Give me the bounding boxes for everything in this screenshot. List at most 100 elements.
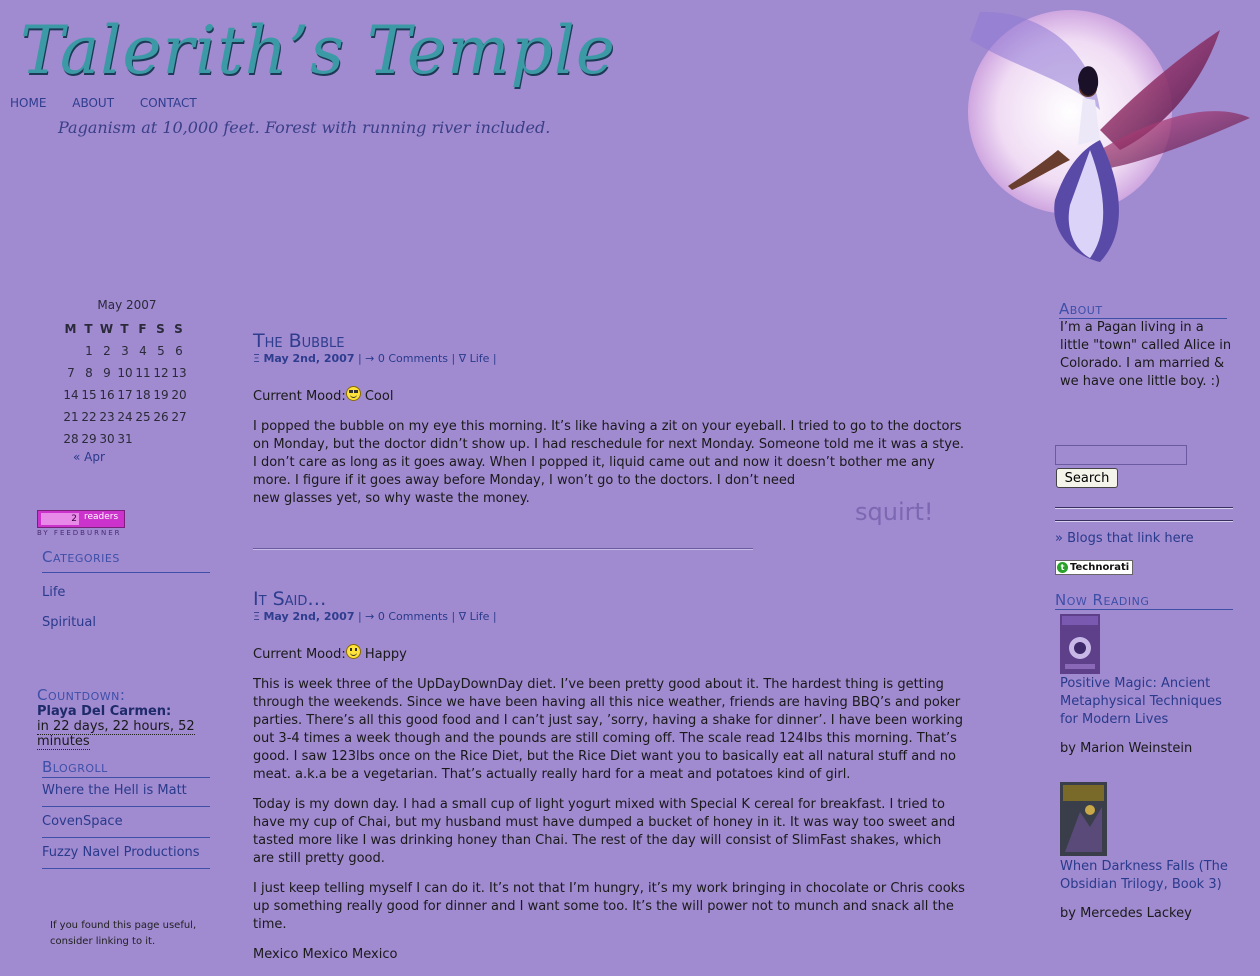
- calendar-day: 6: [175, 344, 183, 358]
- blogs-that-link-here-link[interactable]: » Blogs that link here: [1055, 531, 1194, 546]
- book-cover-positive-magic[interactable]: [1060, 614, 1100, 674]
- nav-contact[interactable]: CONTACT: [140, 96, 197, 110]
- post-meta: Ξ May 2nd, 2007 | → 0 Comments | ∇ Life …: [253, 610, 497, 623]
- sidebar-divider: [1055, 520, 1233, 522]
- calendar-day: 23: [99, 410, 115, 424]
- post-paragraph: Mexico Mexico Mexico: [253, 947, 398, 962]
- technorati-label: Technorati: [1070, 562, 1130, 573]
- calendar-week-row: 123456: [62, 340, 188, 362]
- post-mood: Current Mood: Happy: [253, 644, 965, 664]
- calendar-day: 2: [103, 344, 111, 358]
- post-paragraph: Today is my down day. I had a small cup …: [253, 797, 956, 866]
- meta-prefix: Ξ: [253, 610, 264, 623]
- feedburner-readers-badge[interactable]: 2 readers BY FEEDBURNER: [37, 510, 125, 537]
- calendar-day: 24: [117, 410, 133, 424]
- calendar-prev-month-link[interactable]: « Apr: [73, 450, 192, 464]
- countdown-time: in 22 days, 22 hours, 52: [37, 719, 195, 735]
- calendar-day: 20: [171, 388, 187, 402]
- calendar-day: 16: [99, 388, 115, 402]
- feed-reader-label: readers: [84, 512, 119, 522]
- countdown-time-unit: minutes: [37, 734, 90, 750]
- technorati-badge[interactable]: t Technorati: [1055, 560, 1133, 575]
- calendar-table: MTWTFSS 1 2 3 4 5 6 7 8 9 10 11 12 13 14 15 16 17 18 19 20 2…: [62, 318, 188, 450]
- category-link-life[interactable]: Life: [42, 585, 65, 600]
- book-title-link[interactable]: Positive Magic: Ancient Metaphysical Tec…: [1060, 675, 1232, 729]
- nav-home[interactable]: HOME: [10, 96, 46, 110]
- calendar-day: [170, 428, 188, 450]
- calendar-day: 8: [85, 366, 93, 380]
- calendar-day: [134, 428, 152, 450]
- calendar-weekday: S: [174, 322, 184, 336]
- post-category-link[interactable]: ∇ Life: [459, 610, 490, 623]
- calendar-day: 29: [81, 432, 97, 446]
- blogroll-link-matt[interactable]: Where the Hell is Matt: [42, 783, 210, 807]
- meta-separator: |: [448, 610, 459, 623]
- post-category-link[interactable]: ∇ Life: [459, 352, 490, 365]
- calendar-week-row: 14 15 16 17 18 19 20: [62, 384, 188, 406]
- calendar-weekday: T: [84, 322, 94, 336]
- calendar-day: 18: [135, 388, 151, 402]
- post-paragraph: I just keep telling myself I can do it. …: [253, 881, 965, 932]
- calendar-weekday: M: [64, 322, 78, 336]
- calendar-weekday: T: [120, 322, 130, 336]
- category-link-spiritual[interactable]: Spiritual: [42, 615, 96, 630]
- meta-separator: |: [489, 610, 497, 623]
- calendar-day: 19: [153, 388, 169, 402]
- blogroll-link-covenspace[interactable]: CovenSpace: [42, 814, 210, 838]
- feed-by-label: BY FEEDBURNER: [37, 529, 122, 537]
- post-title[interactable]: The Bubble: [253, 330, 344, 352]
- calendar-day: 31: [117, 432, 133, 446]
- blogroll-link-fuzzy-navel[interactable]: Fuzzy Navel Productions: [42, 845, 210, 869]
- post-date: May 2nd, 2007: [263, 352, 355, 365]
- now-reading-heading: Now Reading: [1055, 591, 1233, 610]
- calendar-week-row: 28 29 30 31: [62, 428, 188, 450]
- calendar-day: 30: [99, 432, 115, 446]
- calendar-day: 22: [81, 410, 97, 424]
- categories-heading: Categories: [42, 548, 210, 573]
- sidebar-divider: [1055, 507, 1233, 509]
- calendar-widget: May 2007 MTWTFSS 1 2 3 4 5 6 7 8 9 10 11 12 13 14 15 16…: [62, 298, 192, 464]
- cool-smiley-icon: [345, 386, 361, 401]
- meta-separator: |: [354, 610, 366, 623]
- post-comments-link[interactable]: → 0 Comments: [365, 352, 448, 365]
- post-paragraph: This is week three of the UpDayDownDay d…: [253, 677, 963, 782]
- calendar-day: 4: [139, 344, 147, 358]
- book-author: by Mercedes Lackey: [1060, 906, 1192, 921]
- link-note-line-1: If you found this page useful,: [50, 920, 197, 931]
- calendar-day: 11: [135, 366, 151, 380]
- about-heading: About: [1059, 300, 1227, 319]
- search-button[interactable]: Search: [1056, 468, 1118, 488]
- search-input[interactable]: [1055, 445, 1187, 465]
- calendar-day: 3: [121, 344, 129, 358]
- countdown-heading: Countdown:: [37, 686, 126, 704]
- calendar-day: 28: [63, 432, 79, 446]
- calendar-week-row: 7 8 9 10 11 12 13: [62, 362, 188, 384]
- calendar-day: 13: [171, 366, 187, 380]
- book-title-link[interactable]: When Darkness Falls (The Obsidian Trilog…: [1060, 858, 1232, 894]
- post-divider: [253, 548, 753, 550]
- fairy-moon-illustration: [968, 10, 1250, 262]
- calendar-weekday: F: [138, 322, 148, 336]
- post-title[interactable]: It Said…: [253, 588, 326, 610]
- mood-value: Cool: [364, 389, 394, 404]
- calendar-day: 17: [117, 388, 133, 402]
- about-text: I’m a Pagan living in a little "town" ca…: [1060, 320, 1232, 389]
- calendar-day: 12: [153, 366, 169, 380]
- calendar-day: 9: [103, 366, 111, 380]
- meta-separator: |: [489, 352, 497, 365]
- countdown-event: Playa Del Carmen:: [37, 704, 172, 719]
- feed-reader-count: 2: [41, 513, 79, 525]
- site-title[interactable]: Talerith’s Temple: [20, 12, 616, 89]
- meta-separator: |: [448, 352, 459, 365]
- calendar-day: 21: [63, 410, 79, 424]
- calendar-caption: May 2007: [97, 298, 157, 312]
- calendar-day: 25: [135, 410, 151, 424]
- post-comments-link[interactable]: → 0 Comments: [365, 610, 448, 623]
- nav-about[interactable]: ABOUT: [72, 96, 114, 110]
- mood-label: Current Mood:: [253, 647, 346, 662]
- calendar-day: 14: [63, 388, 79, 402]
- technorati-logo-icon: t: [1057, 562, 1068, 573]
- site-tagline: Paganism at 10,000 feet. Forest with run…: [58, 118, 551, 137]
- book-cover-when-darkness-falls[interactable]: [1060, 782, 1107, 856]
- calendar-weekday: S: [156, 322, 166, 336]
